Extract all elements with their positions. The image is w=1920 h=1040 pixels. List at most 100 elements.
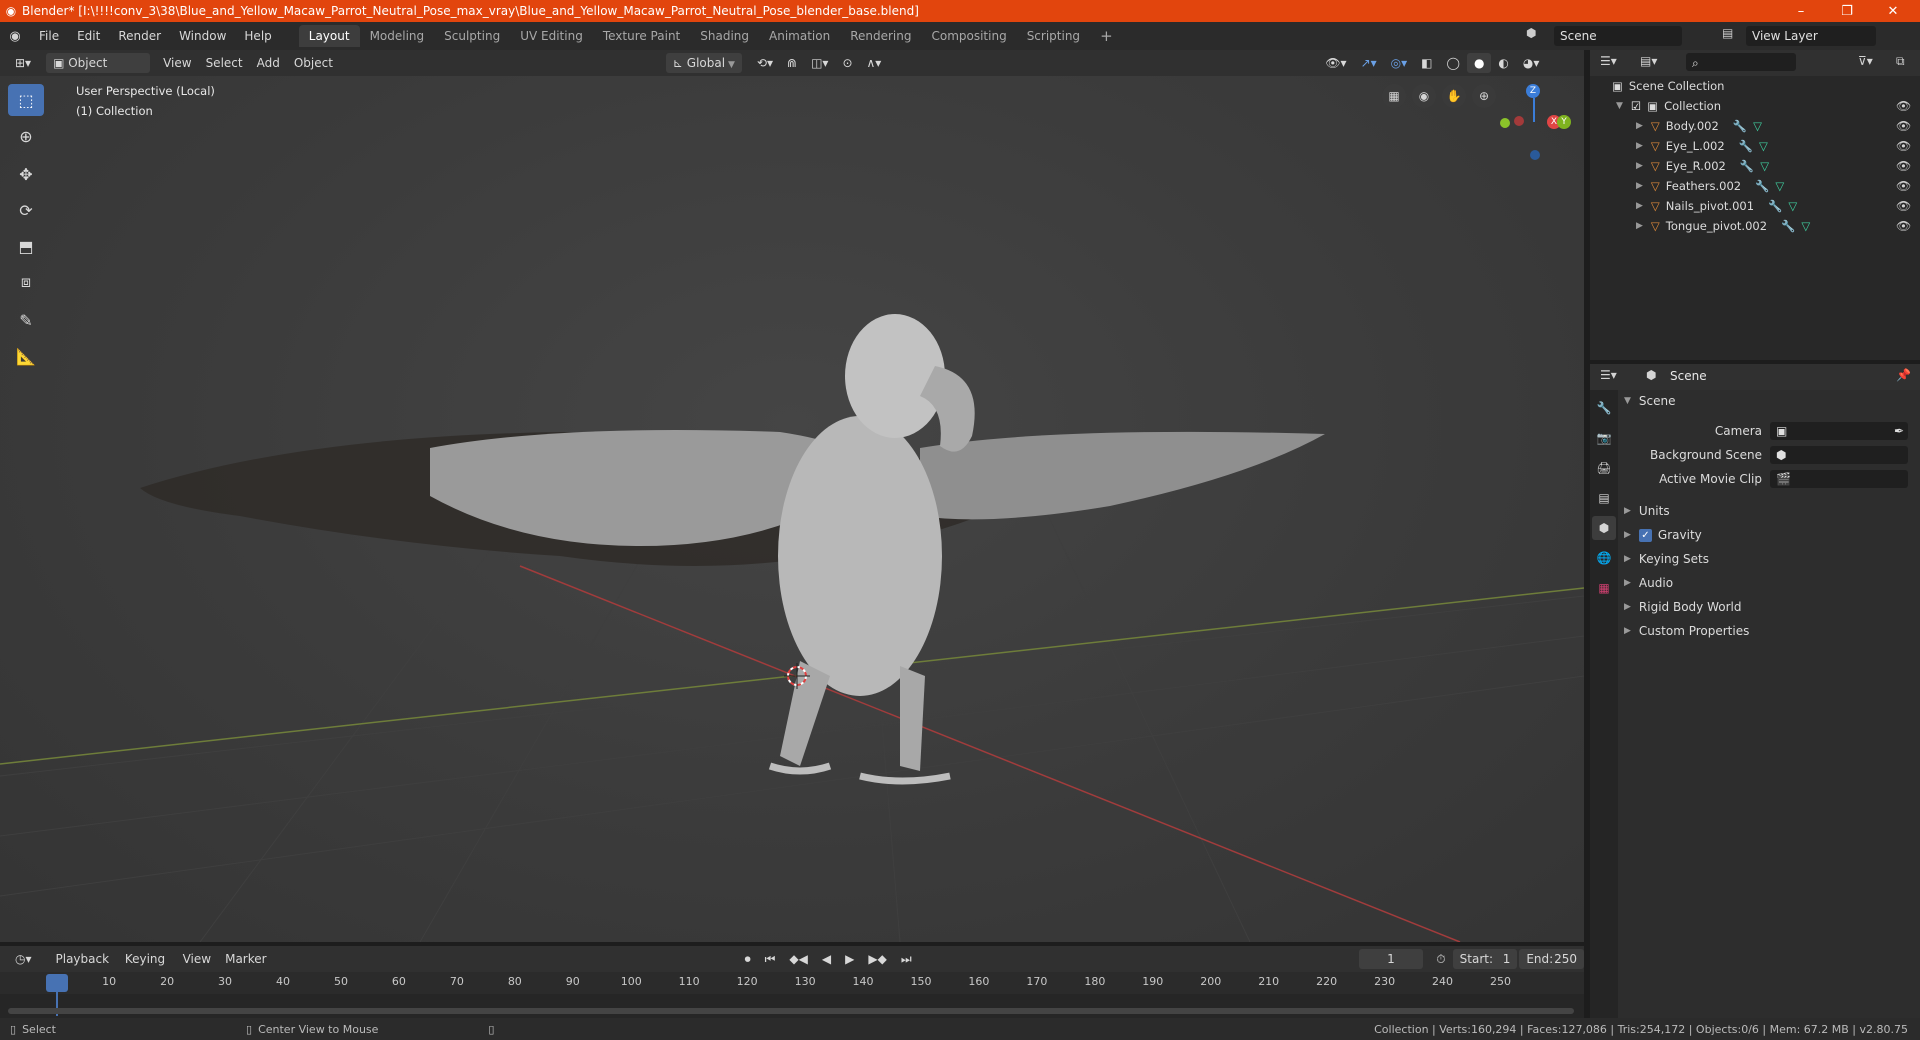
expand-down-icon[interactable]: ▼ — [1624, 396, 1631, 406]
editor-type-icon[interactable]: ☰▾ — [1600, 54, 1617, 68]
custom-properties-section[interactable]: ▶ Custom Properties — [1624, 620, 1914, 642]
tab-animation[interactable]: Animation — [759, 25, 840, 47]
maximize-button[interactable]: ❐ — [1824, 0, 1870, 22]
tool-settings-tab-icon[interactable]: 🔧 — [1592, 396, 1616, 420]
scene-tab-icon[interactable]: ⬢ — [1592, 516, 1616, 540]
expand-right-icon[interactable]: ▶ — [1636, 121, 1643, 131]
next-keyframe-icon[interactable]: ▶◆ — [861, 949, 893, 969]
world-tab-icon[interactable]: 🌐 — [1592, 546, 1616, 570]
transform-icon[interactable]: ⧈ — [8, 266, 44, 298]
object-mode-dropdown[interactable]: ▣ Object Mode ▼ — [46, 53, 151, 90]
expand-right-icon[interactable]: ▶ — [1624, 530, 1631, 540]
xray-toggle-icon[interactable]: ◧ — [1414, 53, 1439, 73]
menu-file[interactable]: File — [30, 22, 68, 50]
editor-type-icon[interactable]: ◷▾ — [8, 949, 39, 969]
close-button[interactable]: ✕ — [1870, 0, 1916, 22]
scene-selector-icon[interactable]: ⬢ — [1526, 26, 1544, 46]
menu-render[interactable]: Render — [109, 22, 170, 50]
tab-texture-paint[interactable]: Texture Paint — [593, 25, 690, 47]
falloff-icon[interactable]: ∧▾ — [860, 53, 889, 73]
gizmo-z-axis[interactable]: Z — [1526, 84, 1540, 98]
gravity-section[interactable]: ▶ ✓ Gravity — [1624, 524, 1914, 546]
timeline-scrollbar[interactable] — [8, 1008, 1574, 1014]
eye-icon[interactable]: 👁 — [1896, 159, 1911, 173]
snap-target-icon[interactable]: ◫▾ — [804, 53, 835, 73]
camera-view-icon[interactable]: ◉ — [1412, 84, 1436, 108]
menu-marker[interactable]: Marker — [218, 949, 273, 969]
current-frame-field[interactable]: 1 — [1358, 949, 1424, 969]
transform-orientation-dropdown[interactable]: ⊾ Global ▼ — [665, 53, 742, 73]
audio-section[interactable]: ▶ Audio — [1624, 572, 1914, 594]
menu-object[interactable]: Object — [287, 53, 340, 73]
material-shading-icon[interactable]: ◐ — [1491, 53, 1515, 73]
pan-hand-icon[interactable]: ✋ — [1442, 84, 1466, 108]
timeline-ruler[interactable]: 1102030405060708090100110120130140150160… — [0, 972, 1584, 994]
visibility-icon[interactable]: 👁▾ — [1318, 53, 1353, 73]
expand-right-icon[interactable]: ▶ — [1636, 201, 1643, 211]
view-layer-tab-icon[interactable]: ▤ — [1592, 486, 1616, 510]
menu-help[interactable]: Help — [235, 22, 280, 50]
play-reverse-icon[interactable]: ◀ — [815, 949, 838, 969]
expand-right-icon[interactable]: ▶ — [1636, 141, 1643, 151]
outliner-scene-collection[interactable]: ▣ Scene Collection — [1590, 76, 1920, 96]
zoom-icon[interactable]: ⊕ — [1472, 84, 1496, 108]
tab-sculpting[interactable]: Sculpting — [434, 25, 510, 47]
tab-compositing[interactable]: Compositing — [921, 25, 1016, 47]
expand-right-icon[interactable]: ▶ — [1624, 506, 1631, 516]
menu-keying[interactable]: Keying ▼ — [118, 949, 176, 988]
playhead[interactable] — [46, 974, 68, 992]
wireframe-shading-icon[interactable]: ◯ — [1440, 53, 1467, 73]
view-layer-icon[interactable]: ▤ — [1722, 26, 1740, 46]
outliner-search-input[interactable]: ⌕ — [1686, 53, 1796, 71]
menu-add[interactable]: Add — [250, 53, 287, 73]
units-section[interactable]: ▶ Units — [1624, 500, 1914, 522]
end-frame-field[interactable]: End: 250 — [1519, 949, 1585, 969]
camera-field[interactable]: ▣ ✒ — [1770, 422, 1908, 440]
menu-edit[interactable]: Edit — [68, 22, 109, 50]
expand-down-icon[interactable]: ▼ — [1616, 101, 1623, 111]
outliner-collection[interactable]: ▼ ☑ ▣ Collection 👁 — [1590, 96, 1920, 116]
menu-view[interactable]: View — [156, 53, 198, 73]
eye-icon[interactable]: 👁 — [1896, 139, 1911, 153]
eye-icon[interactable]: 👁 — [1896, 99, 1911, 113]
gizmo-neg-y[interactable] — [1500, 118, 1510, 128]
display-mode-icon[interactable]: ▤▾ — [1640, 54, 1657, 68]
editor-type-icon[interactable]: ☰▾ — [1600, 368, 1617, 382]
scale-icon[interactable]: ⬒ — [8, 230, 44, 262]
add-workspace-icon[interactable]: + — [1090, 25, 1123, 47]
expand-right-icon[interactable]: ▶ — [1624, 578, 1631, 588]
outliner-item[interactable]: ▶ ▽ Eye_R.002 🔧 ▽ 👁 — [1590, 156, 1920, 176]
tab-modeling[interactable]: Modeling — [360, 25, 435, 47]
background-scene-field[interactable]: ⬢ — [1770, 446, 1908, 464]
output-tab-icon[interactable]: 🖨 — [1592, 456, 1616, 480]
expand-right-icon[interactable]: ▶ — [1624, 602, 1631, 612]
outliner-item[interactable]: ▶ ▽ Tongue_pivot.002 🔧 ▽ 👁 — [1590, 216, 1920, 236]
eye-icon[interactable]: 👁 — [1896, 179, 1911, 193]
move-icon[interactable]: ✥ — [8, 158, 44, 190]
eyedropper-icon[interactable]: ✒ — [1894, 422, 1904, 440]
pivot-point-icon[interactable]: ⟲▾ — [750, 53, 780, 73]
eye-icon[interactable]: 👁 — [1896, 219, 1911, 233]
jump-end-icon[interactable]: ⏭ — [894, 949, 919, 969]
menu-view[interactable]: View — [176, 949, 218, 969]
render-tab-icon[interactable]: 📷 — [1592, 426, 1616, 450]
expand-right-icon[interactable]: ▶ — [1636, 181, 1643, 191]
expand-right-icon[interactable]: ▶ — [1636, 161, 1643, 171]
eye-icon[interactable]: 👁 — [1896, 199, 1911, 213]
outliner-item[interactable]: ▶ ▽ Feathers.002 🔧 ▽ 👁 — [1590, 176, 1920, 196]
overlays-toggle-icon[interactable]: ◎▾ — [1384, 53, 1415, 73]
outliner-item[interactable]: ▶ ▽ Eye_L.002 🔧 ▽ 👁 — [1590, 136, 1920, 156]
measure-icon[interactable]: 📐 — [8, 340, 44, 372]
pin-icon[interactable]: 📌 — [1896, 368, 1911, 382]
outliner-item[interactable]: ▶ ▽ Nails_pivot.001 🔧 ▽ 👁 — [1590, 196, 1920, 216]
axis-gizmo[interactable]: Z X Y — [1496, 78, 1572, 160]
gizmo-neg-x[interactable] — [1514, 116, 1524, 126]
texture-tab-icon[interactable]: ▦ — [1592, 576, 1616, 600]
grid-view-icon[interactable]: ▦ — [1382, 84, 1406, 108]
play-icon[interactable]: ▶ — [838, 949, 861, 969]
scene-field[interactable]: Scene — [1554, 26, 1682, 46]
new-collection-icon[interactable]: ⧉ — [1896, 54, 1905, 69]
blender-menu-icon[interactable]: ◉ — [0, 29, 30, 44]
gizmo-neg-z[interactable] — [1530, 150, 1540, 160]
stopwatch-icon[interactable]: ⏱ — [1429, 949, 1452, 969]
